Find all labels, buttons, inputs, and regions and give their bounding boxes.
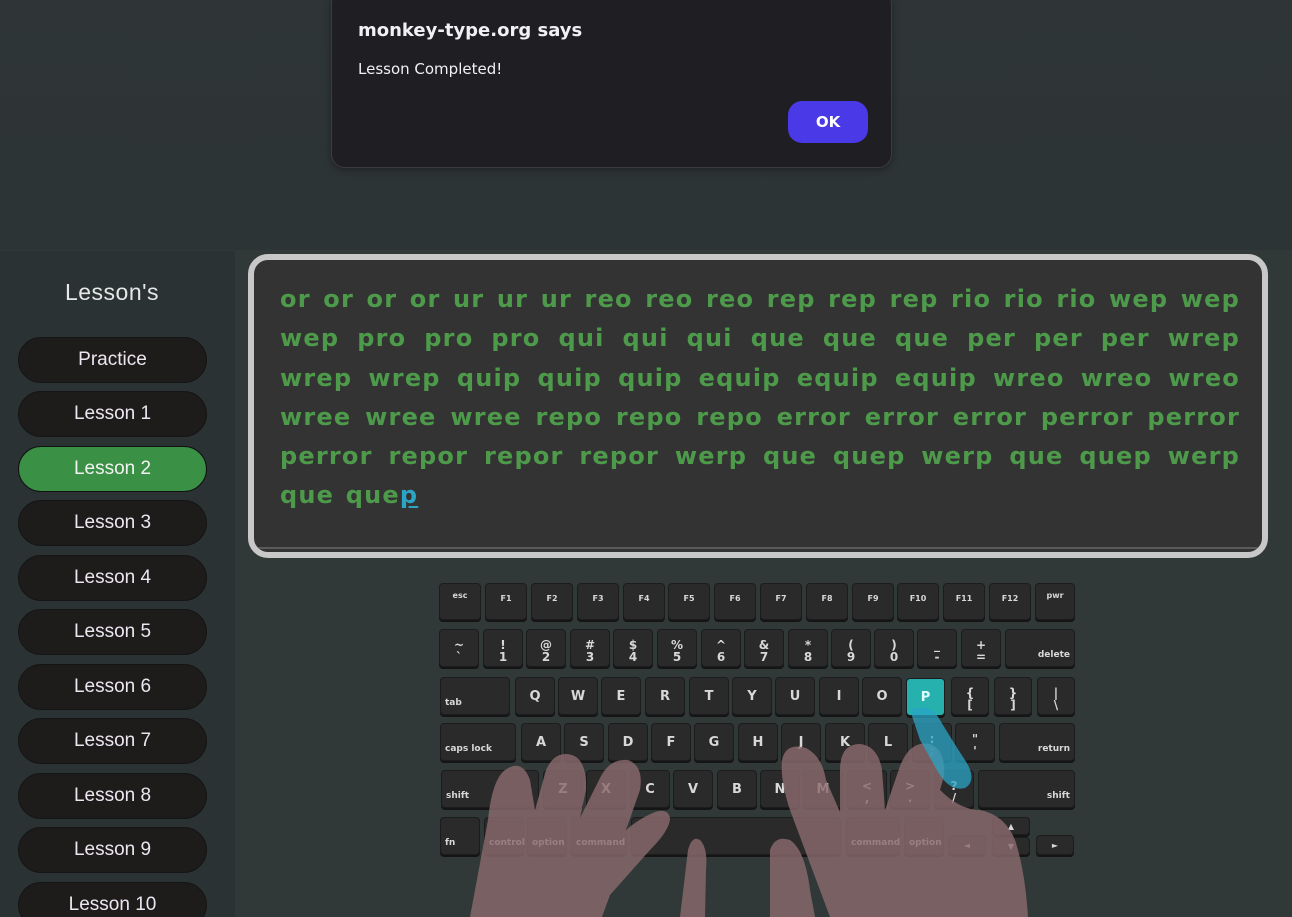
key-p-highlighted: P [906, 678, 945, 716]
key-f7: F7 [760, 583, 802, 620]
key-0: ) 0 [874, 629, 914, 667]
key-return: return [999, 723, 1075, 761]
key-f4: F4 [623, 583, 665, 620]
key-t: T [689, 677, 729, 715]
key-x: X [586, 770, 626, 808]
key-f3: F3 [577, 583, 619, 620]
key-a: A [521, 723, 561, 761]
key-l: L [868, 723, 908, 761]
key-slash: ? / [934, 770, 974, 808]
key-arrow-left: ◄ [948, 835, 986, 855]
virtual-keyboard: esc F1 F2 F3 F4 F5 F6 F7 F8 F9 F10 F11 F… [0, 0, 1292, 917]
key-f2: F2 [531, 583, 573, 620]
key-4: $4 [613, 629, 653, 667]
key-space [631, 817, 841, 855]
key-3: #3 [570, 629, 610, 667]
key-f11: F11 [943, 583, 985, 620]
key-minus: _ - [917, 629, 957, 667]
key-comma: <, [847, 770, 887, 808]
key-command-left: command [571, 817, 627, 855]
key-f: F [651, 723, 691, 761]
key-backslash: | \ [1037, 677, 1075, 715]
key-z: Z [543, 770, 583, 808]
key-arrow-up: ▲ [992, 817, 1030, 835]
key-option-left: option [527, 817, 567, 855]
key-1: ! 1 [483, 629, 523, 667]
key-period: >. [890, 770, 930, 808]
key-6: ^ 6 [701, 629, 741, 667]
key-7: & 7 [744, 629, 784, 667]
key-command-right: command [846, 817, 900, 855]
key-m: M [803, 770, 843, 808]
key-y: Y [732, 677, 772, 715]
key-delete: delete [1005, 629, 1075, 667]
key-g: G [694, 723, 734, 761]
key-shift-left: shift [441, 770, 539, 808]
key-h: H [738, 723, 778, 761]
key-e: E [601, 677, 641, 715]
key-j: J [781, 723, 821, 761]
key-f10: F10 [897, 583, 939, 620]
key-quote: " ' [955, 723, 995, 761]
key-u: U [775, 677, 815, 715]
key-option-right: option [904, 817, 944, 855]
key-q: Q [515, 677, 555, 715]
key-fn: fn [440, 817, 480, 855]
key-f1: F1 [485, 583, 527, 620]
key-f6: F6 [714, 583, 756, 620]
key-k: K [825, 723, 865, 761]
key-c: C [630, 770, 670, 808]
key-5: % 5 [657, 629, 697, 667]
key-s: S [564, 723, 604, 761]
key-f5: F5 [668, 583, 710, 620]
key-v: V [673, 770, 713, 808]
key-2: @2 [526, 629, 566, 667]
key-w: W [558, 677, 598, 715]
key-b: B [717, 770, 757, 808]
key-caps-lock: caps lock [440, 723, 516, 761]
key-d: D [608, 723, 648, 761]
key-tilde: ~ ` [439, 629, 479, 667]
key-tab: tab [440, 677, 510, 715]
key-control: control [484, 817, 525, 855]
key-shift-right: shift [978, 770, 1075, 808]
key-o: O [862, 677, 902, 715]
key-semicolon: :; [912, 723, 952, 761]
key-right-bracket: }] [994, 677, 1032, 715]
key-arrow-right: ► [1036, 835, 1074, 855]
key-pwr: pwr [1035, 583, 1075, 620]
key-f9: F9 [852, 583, 894, 620]
key-n: N [760, 770, 800, 808]
key-f12: F12 [989, 583, 1031, 620]
key-equals: + = [961, 629, 1001, 667]
key-9: (9 [831, 629, 871, 667]
key-esc: esc [439, 583, 481, 620]
key-r: R [645, 677, 685, 715]
key-arrow-down: ▼ [992, 837, 1030, 855]
key-f8: F8 [806, 583, 848, 620]
key-left-bracket: {[ [951, 677, 989, 715]
key-i: I [819, 677, 859, 715]
key-8: * 8 [788, 629, 828, 667]
